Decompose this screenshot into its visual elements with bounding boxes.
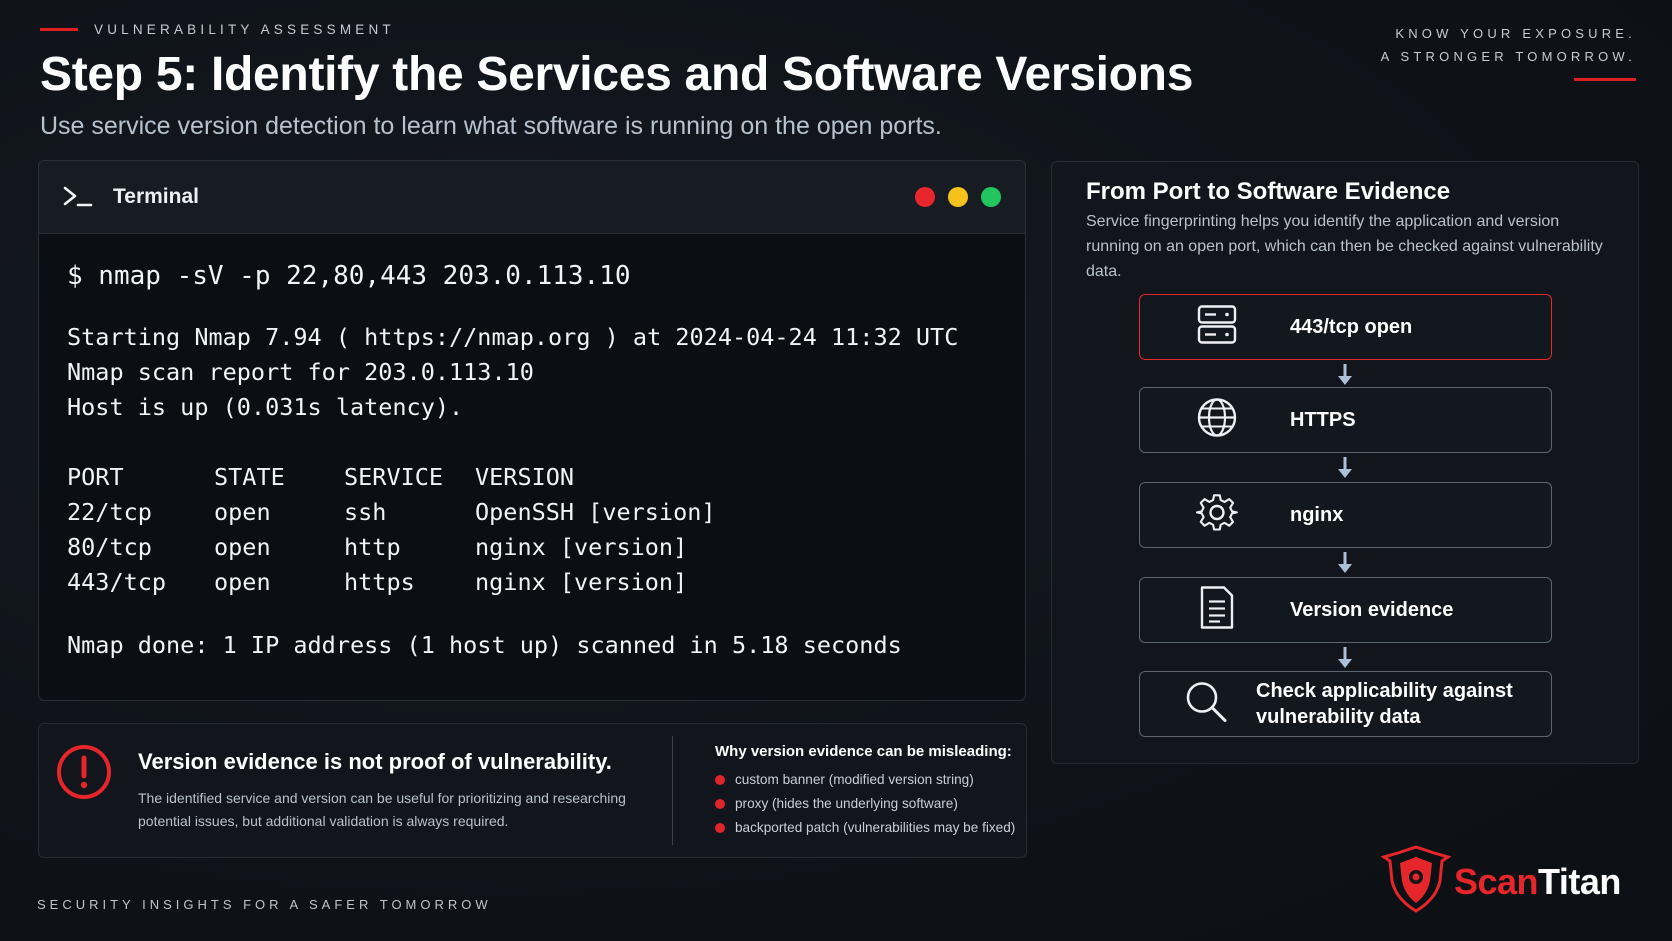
column-header-state: STATE [214,463,285,491]
bullet-dot-icon [715,799,725,809]
reason-text: backported patch (vulnerabilities may be… [735,820,1016,835]
port-cell: 80/tcp [67,533,152,561]
flow-panel: From Port to Software Evidence Service f… [1051,161,1639,764]
warning-panel: Version evidence is not proof of vulnera… [38,723,1027,858]
warning-title: Version evidence is not proof of vulnera… [138,749,612,774]
list-item: custom banner (modified version string) [715,768,1025,792]
column-header-service: SERVICE [344,463,444,491]
step-label: HTTPS [1290,409,1356,431]
header: VULNERABILITY ASSESSMENT Step 5: Identif… [40,22,1193,141]
flow-step-protocol: HTTPS [1139,387,1552,453]
tagline-line-2: A STRONGER TOMORROW. [1380,49,1636,64]
list-item: backported patch (vulnerabilities may be… [715,816,1025,840]
column-header-port: PORT [67,463,124,491]
tagline-bar [1574,78,1636,81]
output-line: Nmap scan report for 203.0.113.10 [67,358,534,386]
eyebrow-text: VULNERABILITY ASSESSMENT [94,22,395,37]
brand-logo: ScanTitan [1380,843,1621,920]
state-cell: open [214,568,271,596]
close-window-dot[interactable] [915,187,935,207]
terminal-header: Terminal [39,161,1025,234]
flow-step-port: 443/tcp open [1139,294,1552,360]
step-label: Check applicability against vulnerabilit… [1256,680,1513,728]
list-item: proxy (hides the underlying software) [715,792,1025,816]
service-cell: https [344,568,415,596]
globe-icon [1196,397,1238,444]
flow-step-evidence: Version evidence [1139,577,1552,643]
version-cell: OpenSSH [version] [475,498,716,526]
tagline: KNOW YOUR EXPOSURE. A STRONGER TOMORROW. [1381,22,1636,81]
reasons-title: Why version evidence can be misleading: [715,743,1012,760]
brand-name-part-1: Scan [1454,860,1539,902]
flow-step-software: nginx [1139,482,1552,548]
step-label: nginx [1290,504,1344,526]
minimize-window-dot[interactable] [948,187,968,207]
step-label: Version evidence [1290,599,1454,621]
warning-text: The identified service and version can b… [138,790,626,829]
scan-done-line: Nmap done: 1 IP address (1 host up) scan… [67,631,902,659]
port-cell: 22/tcp [67,498,152,526]
flow-title: From Port to Software Evidence [1086,178,1451,205]
maximize-window-dot[interactable] [981,187,1001,207]
flow-step-check: Check applicability against vulnerabilit… [1139,671,1552,737]
terminal-body: $ nmap -sV -p 22,80,443 203.0.113.10 Sta… [39,234,1025,687]
table-header-row: PORT STATE SERVICE VERSION [67,460,997,495]
bullet-dot-icon [715,775,725,785]
output-line: Host is up (0.031s latency). [67,393,464,421]
server-icon [1196,305,1238,350]
service-cell: ssh [344,498,387,526]
flow-description: Service fingerprinting helps you identif… [1086,213,1603,280]
window-controls [915,187,1001,207]
divider [672,736,673,845]
brand-name: ScanTitan [1454,861,1621,903]
search-icon [1184,680,1228,729]
shield-logo-icon [1380,843,1452,920]
terminal-window: Terminal $ nmap -sV -p 22,80,443 203.0.1… [38,160,1026,701]
eyebrow-bar [40,28,78,31]
table-row: 80/tcp open http nginx [version] [67,530,997,565]
alert-icon [55,743,113,806]
terminal-prompt-icon [63,186,93,208]
bullet-dot-icon [715,823,725,833]
brand-name-part-2: Titan [1538,860,1621,902]
eyebrow: VULNERABILITY ASSESSMENT [40,22,1193,37]
service-cell: http [344,533,401,561]
page-subtitle: Use service version detection to learn w… [40,112,942,140]
state-cell: open [214,498,271,526]
footer-text: SECURITY INSIGHTS FOR A SAFER TOMORROW [37,897,492,912]
table-row: 443/tcp open https nginx [version] [67,565,997,600]
reason-text: proxy (hides the underlying software) [735,796,958,811]
version-cell: nginx [version] [475,533,688,561]
terminal-title: Terminal [113,185,199,208]
reason-text: custom banner (modified version string) [735,772,974,787]
tagline-line-1: KNOW YOUR EXPOSURE. [1395,26,1636,41]
misleading-reasons: Why version evidence can be misleading: … [715,743,1025,840]
document-icon [1196,586,1238,635]
output-line: Starting Nmap 7.94 ( https://nmap.org ) … [67,323,959,351]
column-header-version: VERSION [475,463,575,491]
version-cell: nginx [version] [475,568,688,596]
step-label: 443/tcp open [1290,316,1413,338]
table-row: 22/tcp open ssh OpenSSH [version] [67,495,997,530]
port-cell: 443/tcp [67,568,167,596]
page-title: Step 5: Identify the Services and Softwa… [40,48,1194,101]
terminal-command: $ nmap -sV -p 22,80,443 203.0.113.10 [67,261,631,291]
state-cell: open [214,533,271,561]
gear-icon [1195,492,1238,539]
